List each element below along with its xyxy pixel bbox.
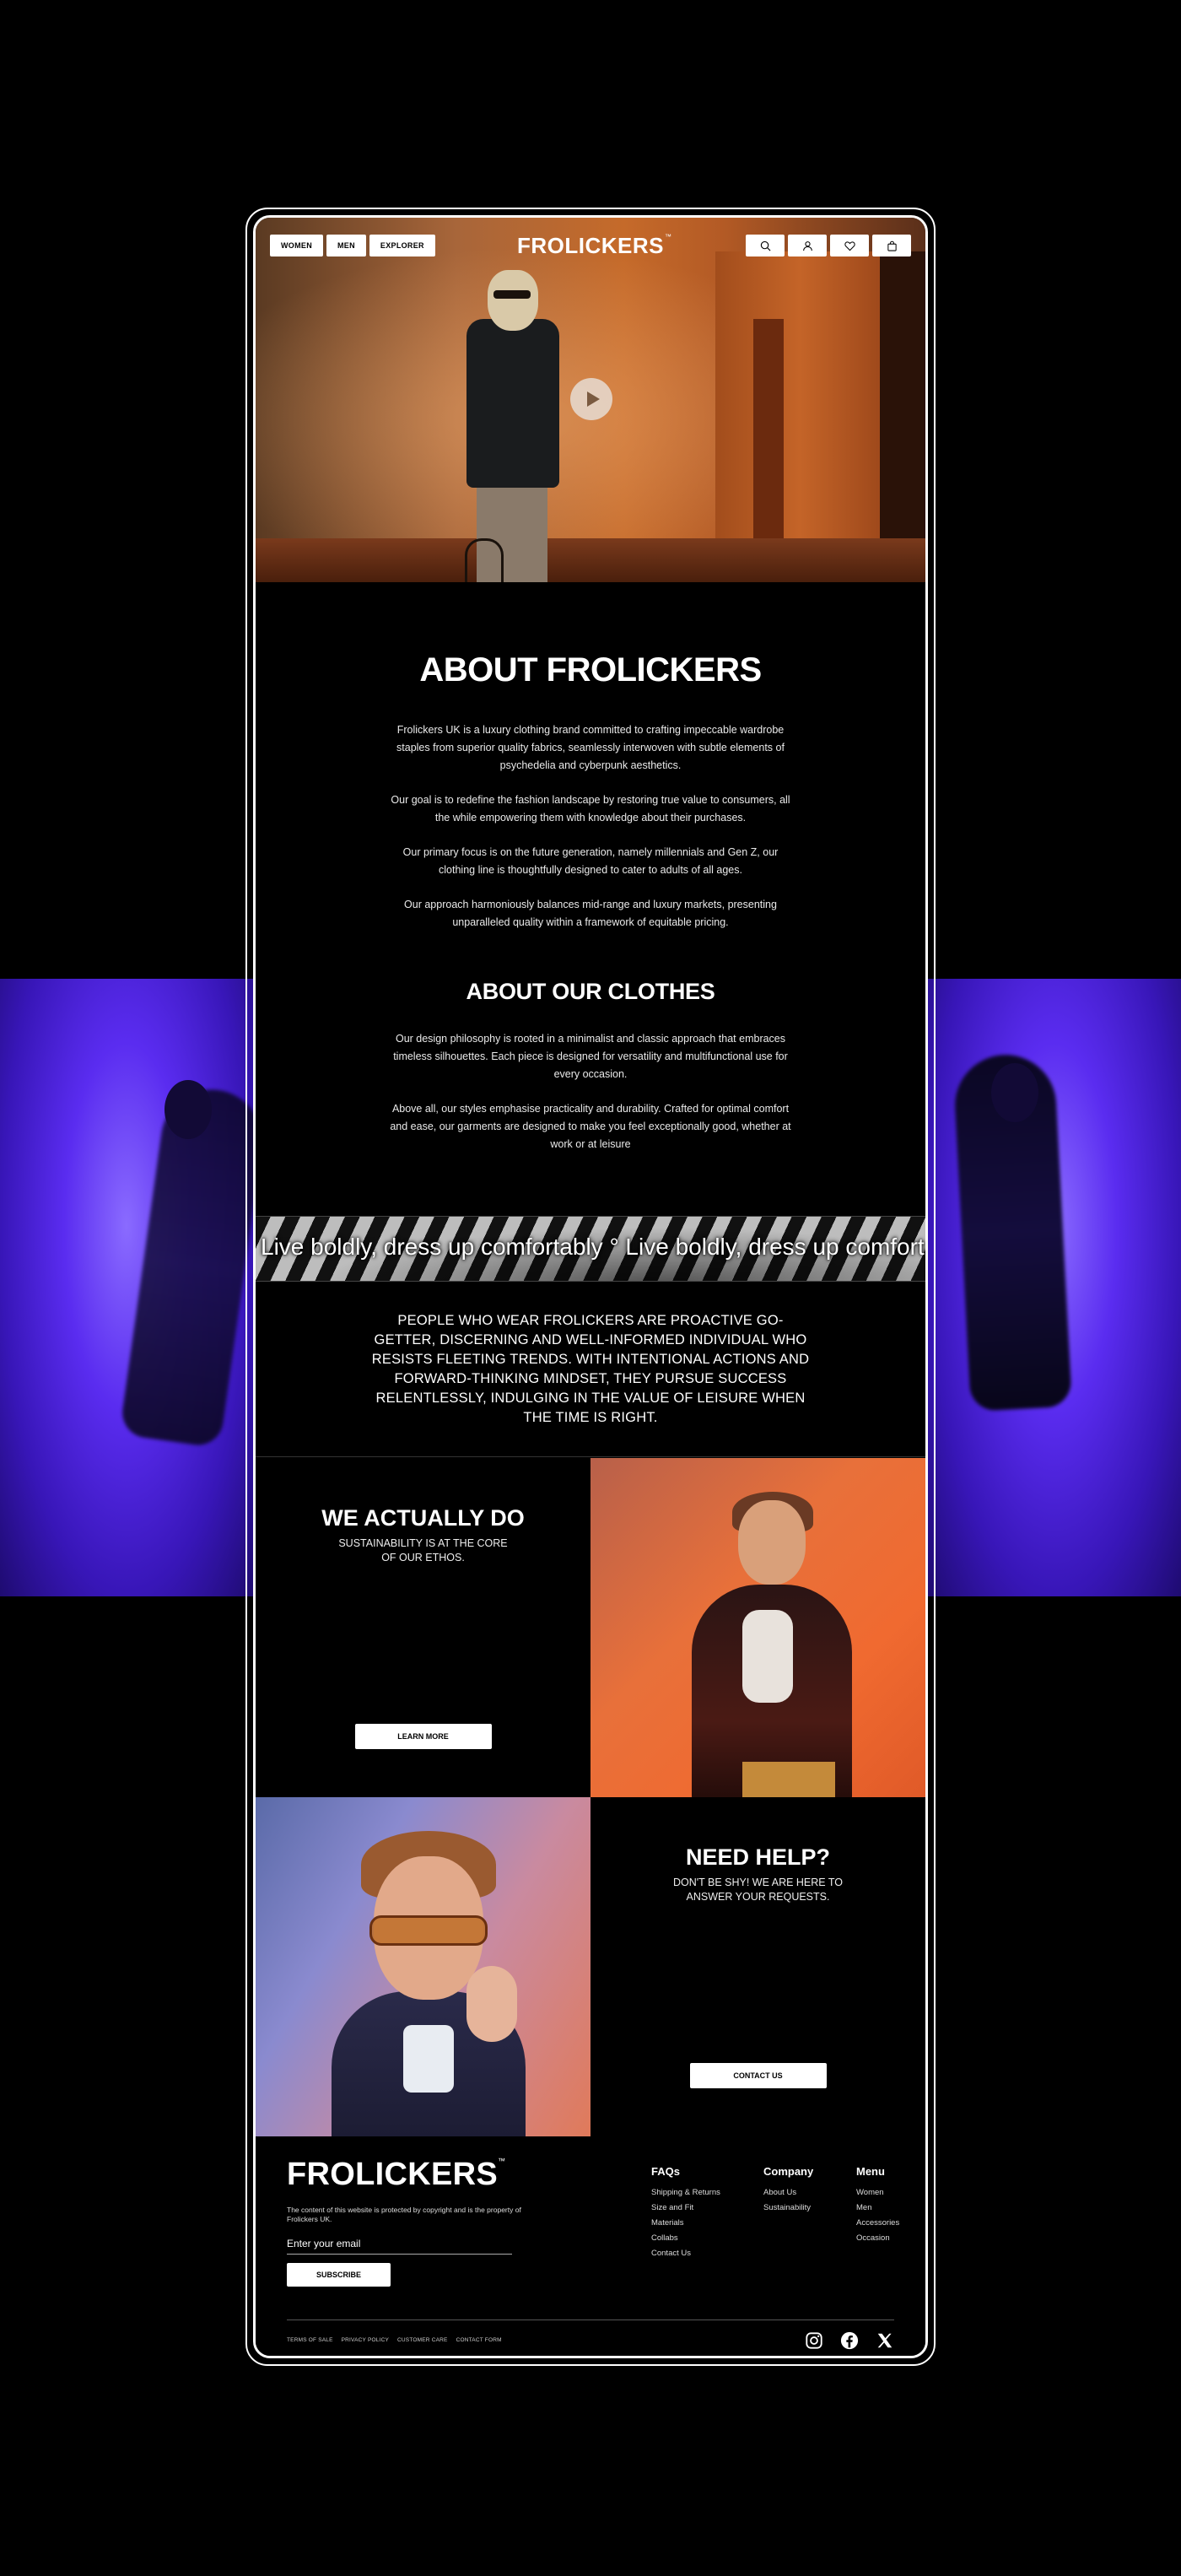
bag-icon xyxy=(887,240,897,251)
model-head xyxy=(164,1080,212,1139)
device-screen: WOMEN MEN EXPLORER FROLICKERS™ ABOUT FRO… xyxy=(253,215,928,2358)
footer-divider xyxy=(287,2319,894,2320)
search-icon xyxy=(760,240,770,251)
play-button[interactable] xyxy=(570,378,612,420)
clothes-paragraph: Our design philosophy is rooted in a min… xyxy=(393,1033,788,1080)
nav-men[interactable]: MEN xyxy=(326,235,366,257)
footer-link[interactable]: Men xyxy=(856,2201,899,2216)
about-paragraph: Our goal is to redefine the fashion land… xyxy=(391,794,790,824)
sustainability-tile: WE ACTUALLY DO SUSTAINABILITY IS AT THE … xyxy=(256,1458,590,1797)
footer-link[interactable]: Shipping & Returns xyxy=(651,2185,720,2201)
sustainability-subtitle: SUSTAINABILITY IS AT THE CORE OF OUR ETH… xyxy=(338,1537,508,1563)
help-title: NEED HELP? xyxy=(685,1844,831,1870)
footer-link[interactable]: Occasion xyxy=(856,2231,899,2246)
side-image-left xyxy=(0,979,253,1596)
footer-column-faqs: FAQs Shipping & Returns Size and Fit Mat… xyxy=(651,2165,720,2261)
x-icon[interactable] xyxy=(876,2331,894,2350)
clothes-title: ABOUT OUR CLOTHES xyxy=(466,979,715,1004)
tagline-marquee: Live boldly, dress up comfortably ° Live… xyxy=(256,1216,925,1282)
play-icon xyxy=(587,392,600,407)
help-tile: NEED HELP? DON'T BE SHY! WE ARE HERE TO … xyxy=(590,1797,925,2136)
footer-link[interactable]: Collabs xyxy=(651,2231,720,2246)
legal-links: TERMS OF SALE PRIVACY POLICY CUSTOMER CA… xyxy=(287,2337,502,2343)
about-paragraph: Frolickers UK is a luxury clothing brand… xyxy=(396,724,785,771)
model-photo-red xyxy=(590,1458,925,1797)
subscribe-button[interactable]: SUBSCRIBE xyxy=(287,2263,391,2287)
footer-link[interactable]: Accessories xyxy=(856,2216,899,2231)
sustainability-title: WE ACTUALLY DO xyxy=(321,1505,525,1531)
footer-link[interactable]: Sustainability xyxy=(763,2201,813,2216)
about-title: ABOUT FROLICKERS xyxy=(419,651,762,689)
footer-link[interactable]: Size and Fit xyxy=(651,2201,720,2216)
heart-icon xyxy=(844,240,855,251)
footer-link[interactable]: About Us xyxy=(763,2185,813,2201)
contact-us-button[interactable]: CONTACT US xyxy=(689,2063,827,2088)
email-input[interactable]: Enter your email xyxy=(287,2234,512,2255)
wishlist-button[interactable] xyxy=(830,235,869,257)
footer-link[interactable]: Materials xyxy=(651,2216,720,2231)
marquee-text: Live boldly, dress up comfortably ° Live… xyxy=(261,1234,925,1260)
nav-women[interactable]: WOMEN xyxy=(270,235,323,257)
about-paragraph: Our approach harmoniously balances mid-r… xyxy=(404,899,777,928)
hero-video: WOMEN MEN EXPLORER FROLICKERS™ xyxy=(256,218,925,582)
footer-logo[interactable]: FROLICKERS™ xyxy=(287,2157,505,2193)
user-icon xyxy=(802,240,812,251)
utility-nav xyxy=(746,235,911,257)
instagram-icon[interactable] xyxy=(805,2331,823,2350)
model-head xyxy=(991,1063,1038,1122)
about-section: ABOUT FROLICKERS Frolickers UK is a luxu… xyxy=(256,582,925,1153)
learn-more-button[interactable]: LEARN MORE xyxy=(354,1724,492,1749)
cart-button[interactable] xyxy=(872,235,911,257)
legal-link[interactable]: PRIVACY POLICY xyxy=(342,2337,389,2343)
primary-nav: WOMEN MEN EXPLORER xyxy=(270,235,435,257)
about-paragraph: Our primary focus is on the future gener… xyxy=(402,846,779,876)
model-photo-glasses xyxy=(256,1797,590,2136)
clothes-paragraph: Above all, our styles emphasise practica… xyxy=(390,1103,791,1150)
footer-column-title: FAQs xyxy=(651,2165,680,2178)
footer-column-menu: Menu Women Men Accessories Occasion xyxy=(856,2165,899,2246)
copyright-text: The content of this website is protected… xyxy=(287,2206,521,2223)
brand-logo[interactable]: FROLICKERS™ xyxy=(517,233,672,259)
side-image-right xyxy=(928,979,1181,1596)
manifesto-section: PEOPLE WHO WEAR FROLICKERS ARE PROACTIVE… xyxy=(256,1283,925,1457)
footer-link[interactable]: Contact Us xyxy=(651,2246,720,2261)
nav-explorer[interactable]: EXPLORER xyxy=(369,235,435,257)
manifesto-text: PEOPLE WHO WEAR FROLICKERS ARE PROACTIVE… xyxy=(371,1313,810,1425)
legal-link[interactable]: CUSTOMER CARE xyxy=(397,2337,448,2343)
site-footer: FROLICKERS™ The content of this website … xyxy=(256,2136,925,2356)
footer-column-company: Company About Us Sustainability xyxy=(763,2165,813,2216)
footer-column-title: Company xyxy=(763,2165,814,2178)
help-subtitle: DON'T BE SHY! WE ARE HERE TO ANSWER YOUR… xyxy=(672,1877,844,1903)
account-button[interactable] xyxy=(788,235,827,257)
legal-link[interactable]: TERMS OF SALE xyxy=(287,2337,333,2343)
footer-column-title: Menu xyxy=(856,2165,885,2178)
footer-link[interactable]: Women xyxy=(856,2185,899,2201)
legal-link[interactable]: CONTACT FORM xyxy=(456,2337,502,2343)
search-button[interactable] xyxy=(746,235,785,257)
social-links xyxy=(805,2331,894,2350)
facebook-icon[interactable] xyxy=(840,2331,859,2350)
